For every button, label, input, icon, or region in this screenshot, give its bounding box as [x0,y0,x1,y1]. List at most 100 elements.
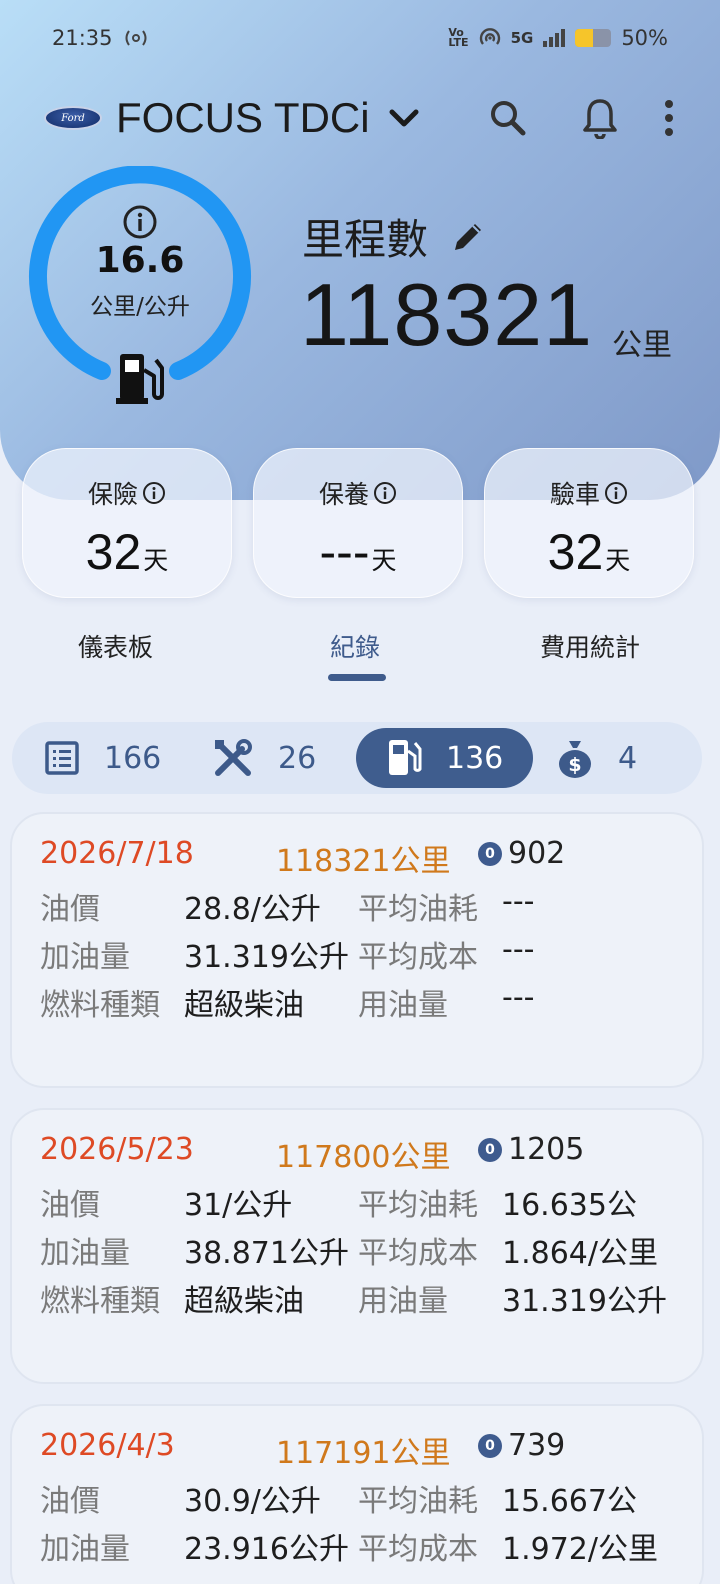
odometer-label-row: 里程數 [302,206,486,267]
filter-all[interactable]: 166 [44,728,161,788]
reminder-unit: 天 [143,547,169,575]
record-odometer: 117191公里 [276,1436,451,1471]
ford-logo: Ford [44,106,102,130]
odometer-unit: 公里 [612,328,672,363]
fuel-pump-icon [389,740,422,775]
reminder-title: 保險 [87,480,138,509]
money-bag-icon: $ [559,741,591,778]
fuel-record-card[interactable]: 2026/7/18 118321公里 0 902 油價 28.8/公升 平均油耗 … [10,812,704,1088]
fuel-record-card[interactable]: 2026/5/23 117800公里 0 1205 油價 31/公升 平均油耗 1… [10,1108,704,1384]
tab-cost-stats[interactable]: 費用統計 [540,628,640,664]
app-bar: Ford FOCUS TDCi [44,88,684,148]
record-coin-value: 739 [508,1428,566,1463]
search-icon [491,101,526,136]
avg-consumption-value: 15.667公 [502,1484,637,1519]
hotspot-icon [479,28,500,45]
fuel-price-label: 油價 [40,892,100,927]
record-date: 2026/5/23 [40,1132,194,1167]
search-button[interactable] [484,94,532,142]
fuel-amount-value: 23.916公升 [184,1532,349,1567]
signal-icon [543,29,566,47]
fuel-price-label: 油價 [40,1188,100,1223]
filter-maintenance[interactable]: 26 [212,728,316,788]
fuel-amount-label: 加油量 [40,1236,130,1271]
avg-consumption-label: 平均油耗 [358,892,478,927]
record-coin: 0 902 [478,836,565,871]
filter-fuel[interactable]: 136 [356,728,534,788]
car-title[interactable]: FOCUS TDCi [116,94,370,142]
record-odometer: 117800公里 [276,1140,451,1175]
fuel-used-label: 用油量 [358,1284,448,1319]
notifications-button[interactable] [576,94,624,142]
avg-cost-label: 平均成本 [358,1532,478,1567]
fuel-type-label: 燃料種類 [40,1284,160,1319]
tab-indicator [328,674,386,681]
inspection-reminder-card[interactable]: 驗車 32天 [484,448,694,598]
more-vert-icon [665,100,673,136]
status-bar: 21:35 Vo LTE 5G 50% [0,18,720,58]
info-icon[interactable] [122,204,158,240]
fuel-used-value: --- [502,980,535,1015]
avg-consumption-label: 平均油耗 [358,1188,478,1223]
clock: 21:35 [52,26,113,50]
list-icon [45,741,79,775]
filter-count: 166 [104,740,162,776]
filter-count: 4 [618,740,638,776]
record-coin: 0 1205 [478,1132,584,1167]
more-options-button[interactable] [654,94,684,142]
reminder-title: 保養 [318,480,369,509]
odometer-label: 里程數 [302,215,429,264]
record-coin: 0 739 [478,1428,565,1463]
tab-dashboard[interactable]: 儀表板 [78,628,153,664]
info-icon[interactable] [604,481,628,505]
nfc-icon [125,30,147,46]
fuel-price-value: 30.9/公升 [184,1484,321,1519]
avg-cost-label: 平均成本 [358,940,478,975]
fuel-price-value: 28.8/公升 [184,892,321,927]
avg-consumption-value: --- [502,884,535,919]
fuel-price-label: 油價 [40,1484,100,1519]
battery-icon [575,29,612,47]
maintenance-reminder-card[interactable]: 保養 ---天 [253,448,463,598]
record-date: 2026/7/18 [40,836,194,871]
chevron-down-icon[interactable] [384,98,424,138]
battery-percent: 50% [621,26,668,50]
fuel-amount-value: 38.871公升 [184,1236,349,1271]
filter-count: 136 [446,740,504,776]
avg-consumption-label: 平均油耗 [358,1484,478,1519]
fuel-type-value: 超級柴油 [184,1284,304,1319]
tab-records[interactable]: 紀錄 [330,628,380,664]
network-type: 5G [510,29,534,47]
fuel-amount-label: 加油量 [40,1532,130,1567]
reminder-value: 32 [547,524,604,580]
filter-expenses[interactable]: $ 4 [556,728,637,788]
fuel-used-value: 31.319公升 [502,1284,667,1319]
insurance-reminder-card[interactable]: 保險 32天 [22,448,232,598]
edit-pencil-icon[interactable] [450,219,486,255]
record-odometer: 118321公里 [276,844,451,879]
info-icon[interactable] [142,481,166,505]
svg-text:$: $ [568,754,581,776]
reminder-value: --- [319,524,370,580]
fuel-used-label: 用油量 [358,988,448,1023]
coin-icon: 0 [478,1433,502,1458]
record-coin-value: 1205 [508,1132,585,1167]
avg-consumption-value: 16.635公 [502,1188,637,1223]
avg-cost-value: 1.864/公里 [502,1236,658,1271]
bell-icon [583,99,617,139]
reminder-title: 驗車 [549,480,600,509]
coin-icon: 0 [478,1137,502,1162]
avg-cost-label: 平均成本 [358,1236,478,1271]
fuel-record-card[interactable]: 2026/4/3 117191公里 0 739 油價 30.9/公升 平均油耗 1… [10,1404,704,1584]
record-filter-bar: 166 26 136 $ 4 [12,722,702,794]
fuel-amount-label: 加油量 [40,940,130,975]
fuel-pump-icon [116,354,164,404]
fuel-amount-value: 31.319公升 [184,940,349,975]
wrench-icon [215,739,252,776]
record-date: 2026/4/3 [40,1428,175,1463]
info-icon[interactable] [373,481,397,505]
reminder-unit: 天 [371,547,397,575]
avg-cost-value: 1.972/公里 [502,1532,658,1567]
fuel-type-label: 燃料種類 [40,988,160,1023]
reminder-unit: 天 [605,547,631,575]
